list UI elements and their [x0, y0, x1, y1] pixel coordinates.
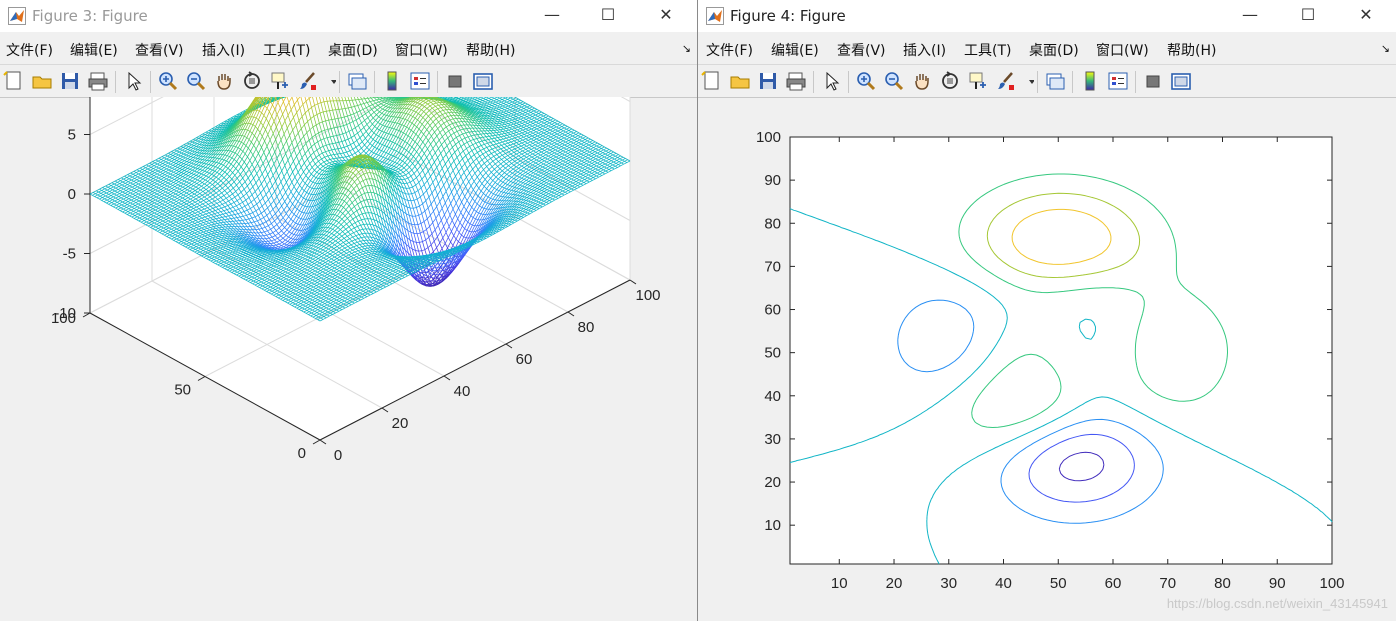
window-title: Figure 3: Figure: [32, 7, 148, 25]
save-icon[interactable]: [56, 69, 84, 93]
maximize-button[interactable]: ☐: [585, 0, 631, 32]
close-button[interactable]: ✕: [643, 0, 689, 32]
legend-icon[interactable]: [406, 69, 434, 93]
zoom-out-icon[interactable]: [182, 69, 210, 93]
menu-insert[interactable]: 插入(I): [202, 40, 245, 60]
new-file-icon[interactable]: [0, 69, 28, 93]
matlab-logo-icon: [8, 7, 26, 25]
brush-icon[interactable]: [294, 69, 322, 93]
menu-help[interactable]: 帮助(H): [466, 40, 515, 60]
dropdown-arrow-icon[interactable]: [322, 69, 336, 93]
show-tools-icon[interactable]: [469, 69, 497, 93]
menu-desktop[interactable]: 桌面(D): [328, 40, 378, 60]
zoom-in-icon[interactable]: [154, 69, 182, 93]
menu-bar: 文件(F) 编辑(E) 查看(V) 插入(I) 工具(T) 桌面(D) 窗口(W…: [0, 34, 697, 62]
pointer-icon[interactable]: [119, 69, 147, 93]
hide-tools-icon[interactable]: [441, 69, 469, 93]
title-bar[interactable]: Figure 3: Figure — ☐ ✕: [0, 0, 697, 32]
menu-tools[interactable]: 工具(T): [263, 40, 310, 60]
print-icon[interactable]: [84, 69, 112, 93]
menu-window[interactable]: 窗口(W): [395, 40, 448, 60]
open-folder-icon[interactable]: [28, 69, 56, 93]
toolbar-separator: [115, 71, 116, 93]
menu-file[interactable]: 文件(F): [6, 40, 53, 60]
minimize-button[interactable]: —: [529, 0, 575, 32]
toolbar-separator: [437, 71, 438, 93]
toolbar-separator: [339, 71, 340, 93]
surface-plot[interactable]: 1050-5-10100500020406080100: [0, 97, 697, 621]
toolbar-separator: [374, 71, 375, 93]
menu-edit[interactable]: 编辑(E): [70, 40, 118, 60]
dock-arrow-icon[interactable]: ↘: [682, 42, 691, 55]
pan-hand-icon[interactable]: [210, 69, 238, 93]
data-cursor-icon[interactable]: [266, 69, 294, 93]
toolbar-separator: [150, 71, 151, 93]
toolbar: [0, 64, 697, 98]
colorbar-icon[interactable]: [378, 69, 406, 93]
rotate-3d-icon[interactable]: [238, 69, 266, 93]
link-plot-icon[interactable]: [343, 69, 371, 93]
menu-view[interactable]: 查看(V): [135, 40, 184, 60]
figure3-window[interactable]: Figure 3: Figure — ☐ ✕ 文件(F) 编辑(E) 查看(V)…: [0, 0, 697, 621]
